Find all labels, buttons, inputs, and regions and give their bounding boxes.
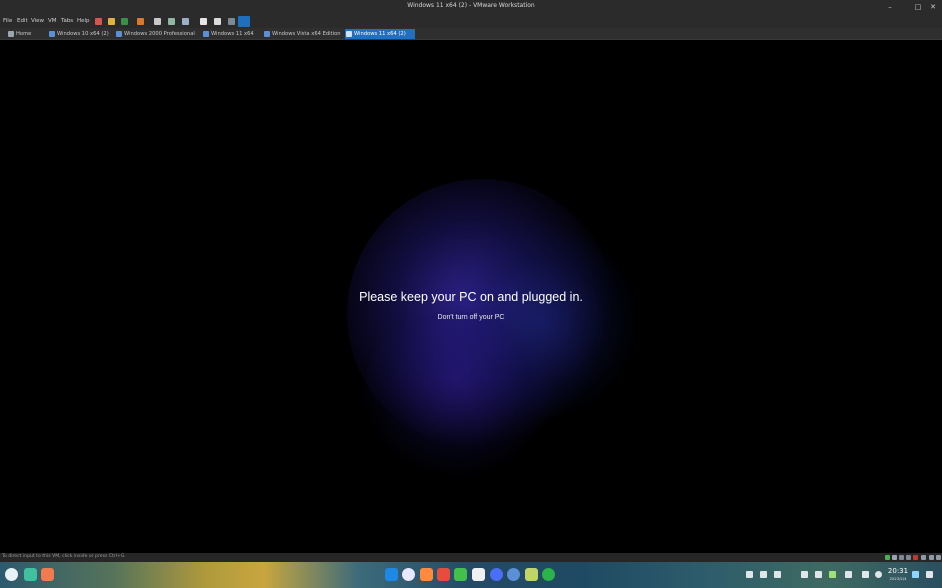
battery-icon[interactable]: [829, 571, 836, 578]
vm-icon: [264, 31, 270, 37]
host-taskbar: 20:31 2023/2/4: [0, 562, 942, 588]
fullscreen-status-icon[interactable]: [936, 555, 941, 560]
status-bar: To direct input to this VM, click inside…: [0, 553, 942, 562]
disk-status-icon[interactable]: [892, 555, 897, 560]
menu-help[interactable]: Help: [77, 18, 90, 24]
unity-icon[interactable]: [228, 18, 235, 25]
window-titlebar: Windows 11 x64 (2) - VMware Workstation …: [0, 0, 942, 15]
trash-icon[interactable]: [912, 571, 919, 578]
browser-icon[interactable]: [402, 568, 415, 581]
music-icon[interactable]: [454, 568, 467, 581]
tab-label: Windows Vista x64 Edition: [272, 31, 341, 37]
pause-icon[interactable]: [108, 18, 115, 25]
terminal-icon[interactable]: [24, 568, 37, 581]
tab-label: Home: [16, 31, 32, 37]
snapshot-manager-icon[interactable]: [168, 18, 175, 25]
vm-icon: [203, 31, 209, 37]
update-sub-message: Don't turn off your PC: [437, 314, 505, 321]
printer-status-icon[interactable]: [913, 555, 918, 560]
tab-windows-2000-professional[interactable]: Windows 2000 Professional: [115, 29, 201, 39]
vm-console-screen[interactable]: Please keep your PC on and plugged in. D…: [2, 41, 940, 552]
power-icon[interactable]: [121, 18, 128, 25]
menu-tabs[interactable]: Tabs: [61, 18, 73, 24]
network-status-icon[interactable]: [885, 555, 890, 560]
snapshot-icon[interactable]: [154, 18, 161, 25]
vm-icon: [116, 31, 122, 37]
menu-vm[interactable]: VM: [48, 18, 57, 24]
tab-windows-vista-x64-edition[interactable]: Windows Vista x64 Edition: [263, 29, 343, 39]
usb-status-icon[interactable]: [899, 555, 904, 560]
vm-icon: [346, 31, 352, 37]
minimize-icon[interactable]: –: [883, 1, 897, 13]
tab-label: Windows 11 x64 (2): [354, 31, 406, 37]
view-icon[interactable]: [238, 16, 250, 27]
tab-label: Windows 10 x64 (2): [57, 31, 109, 37]
vmware-icon[interactable]: [507, 568, 520, 581]
tab-windows-11-x64-2[interactable]: Windows 11 x64 (2): [345, 29, 415, 39]
vm-tabs: Home Windows 10 x64 (2) Windows 2000 Pro…: [0, 28, 942, 40]
tab-label: Windows 11 x64: [211, 31, 254, 37]
close-icon[interactable]: ✕: [926, 1, 940, 13]
image-editor-icon[interactable]: [525, 568, 538, 581]
launcher-icon[interactable]: [5, 568, 18, 581]
taskbar-date[interactable]: 2023/2/4: [884, 576, 912, 581]
tab-label: Windows 2000 Professional: [124, 31, 195, 37]
chevron-right-icon[interactable]: [845, 571, 852, 578]
vm-icon: [49, 31, 55, 37]
calendar-icon[interactable]: [472, 568, 485, 581]
power-menu-icon[interactable]: [875, 571, 882, 578]
stop-icon[interactable]: [95, 18, 102, 25]
tab-windows-11-x64[interactable]: Windows 11 x64: [202, 29, 262, 39]
revert-icon[interactable]: [182, 18, 189, 25]
display-status-icon[interactable]: [921, 555, 926, 560]
keyboard-icon[interactable]: [862, 571, 869, 578]
console-icon[interactable]: [200, 18, 207, 25]
cloud-icon[interactable]: [746, 571, 753, 578]
refresh-icon[interactable]: [137, 18, 144, 25]
tab-home[interactable]: Home: [7, 29, 47, 39]
bluetooth-icon[interactable]: [815, 571, 822, 578]
app-store-icon[interactable]: [41, 568, 54, 581]
screenshot-icon[interactable]: [760, 571, 767, 578]
message-status-icon[interactable]: [929, 555, 934, 560]
sound-status-icon[interactable]: [906, 555, 911, 560]
notification-icon[interactable]: [926, 571, 933, 578]
settings-icon[interactable]: [490, 568, 503, 581]
menu-file[interactable]: File: [3, 18, 12, 24]
home-icon: [8, 31, 14, 37]
menu-edit[interactable]: Edit: [17, 18, 28, 24]
status-hint: To direct input to this VM, click inside…: [2, 554, 126, 559]
volume-icon[interactable]: [801, 571, 808, 578]
loading-glow: [362, 311, 552, 481]
fullscreen-icon[interactable]: [214, 18, 221, 25]
wechat-icon[interactable]: [542, 568, 555, 581]
app-icon[interactable]: [420, 568, 433, 581]
photo-viewer-icon[interactable]: [437, 568, 450, 581]
tab-windows-10-x64-2[interactable]: Windows 10 x64 (2): [48, 29, 114, 39]
taskbar-clock[interactable]: 20:31: [884, 568, 912, 575]
file-manager-icon[interactable]: [385, 568, 398, 581]
maximize-icon[interactable]: □: [911, 1, 925, 13]
window-title: Windows 11 x64 (2) - VMware Workstation: [407, 2, 535, 9]
clipboard-icon[interactable]: [774, 571, 781, 578]
update-main-message: Please keep your PC on and plugged in.: [359, 290, 583, 304]
menu-view[interactable]: View: [31, 18, 44, 24]
menu-bar: File Edit View VM Tabs Help: [0, 15, 942, 28]
